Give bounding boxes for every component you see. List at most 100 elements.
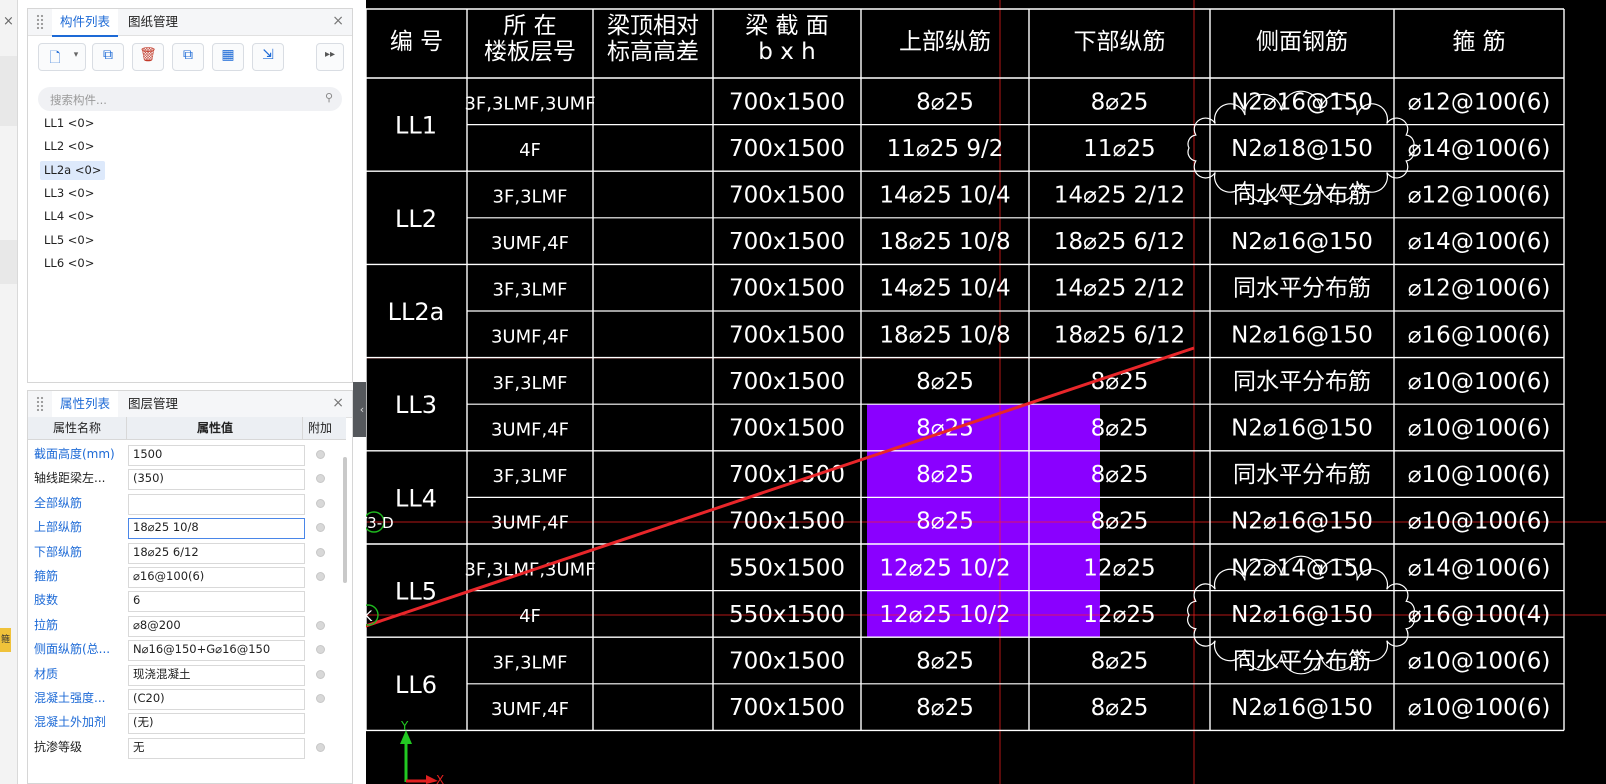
delete-icon: 🗑 (139, 47, 157, 63)
property-value-field[interactable]: (无) (128, 713, 305, 735)
extra-indicator-icon[interactable] (316, 742, 325, 752)
table-cell: 3F,3LMF (493, 466, 568, 487)
component-item[interactable]: LL3 <0> (40, 184, 98, 203)
property-value-field[interactable]: 6 (128, 591, 305, 613)
close-icon[interactable]: × (3, 14, 14, 29)
delete-button[interactable]: 🗑 (132, 43, 164, 71)
property-value-field[interactable]: ⌀8@200 (128, 615, 305, 637)
dock-tag[interactable]: 箍 (0, 628, 11, 652)
property-value-field[interactable]: 18⌀25 6/12 (128, 542, 305, 564)
property-name: 拉筋 (34, 617, 59, 632)
extra-indicator-icon[interactable] (316, 523, 325, 533)
table-cell: 11⌀25 (1083, 136, 1155, 162)
more-button[interactable]: ▸▸ (316, 43, 344, 71)
extra-indicator-icon[interactable] (316, 547, 325, 557)
duplicate-icon: ⧉ (183, 47, 193, 63)
extra-indicator-icon[interactable] (316, 645, 325, 655)
search-icon[interactable]: ⚲ (325, 91, 333, 104)
extra-indicator-icon[interactable] (316, 450, 325, 459)
property-table-header: 属性名称 属性值 附加 (28, 417, 346, 440)
tab-property-list[interactable]: 属性列表 (52, 391, 119, 419)
extra-indicator-icon[interactable] (316, 498, 325, 508)
header-cell: 标高高差 (607, 39, 699, 65)
component-item[interactable]: LL6 <0> (40, 254, 98, 273)
property-value-field[interactable]: 18⌀25 10/8 (128, 518, 305, 540)
duplicate-button[interactable]: ⧉ (172, 43, 204, 71)
beam-id: LL5 (395, 578, 437, 606)
beam-id: LL3 (395, 391, 437, 419)
table-cell: 12⌀25 (1083, 602, 1155, 628)
property-name: 混凝土强度... (34, 691, 106, 705)
table-cell: 550x1500 (729, 555, 845, 581)
header-property-value: 属性值 (126, 417, 303, 439)
table-cell: 同水平分布筋 (1233, 369, 1371, 395)
component-item[interactable]: LL1 <0> (40, 114, 98, 133)
close-icon[interactable]: × (332, 395, 344, 411)
table-cell: 18⌀25 6/12 (1054, 229, 1185, 255)
property-row: 侧面纵筋(总... N⌀16@150+G⌀16@150 (28, 637, 346, 662)
header-cell: b x h (758, 39, 815, 65)
table-cell: 12⌀25 10/2 (879, 555, 1010, 581)
header-cell: 下部纵筋 (1074, 29, 1166, 55)
table-cell: 12⌀25 10/2 (879, 602, 1010, 628)
table-cell: 8⌀25 (916, 462, 974, 488)
table-cell: 8⌀25 (1091, 89, 1149, 115)
table-cell: N2⌀16@150 (1231, 509, 1373, 535)
tab-layer-management[interactable]: 图层管理 (120, 391, 186, 417)
table-cell: 700x1500 (729, 229, 845, 255)
table-cell: 12⌀25 (1083, 555, 1155, 581)
table-cell: 18⌀25 10/8 (879, 229, 1010, 255)
close-icon[interactable]: × (332, 13, 344, 29)
tab-drawing-management[interactable]: 图纸管理 (120, 9, 186, 35)
extra-indicator-icon[interactable] (316, 669, 325, 679)
extra-indicator-icon[interactable] (316, 474, 325, 484)
extra-indicator-icon[interactable] (316, 572, 325, 581)
property-value-field[interactable]: N⌀16@150+G⌀16@150 (128, 640, 305, 662)
property-row: 肢数 6 (28, 588, 346, 613)
table-cell: 4F (519, 606, 541, 627)
drag-handle-icon[interactable] (36, 396, 44, 411)
table-cell: 700x1500 (729, 136, 845, 162)
table-cell: 700x1500 (729, 649, 845, 675)
property-name: 下部纵筋 (34, 544, 83, 559)
scrollbar-thumb[interactable] (343, 457, 347, 583)
grid-label: K (366, 609, 373, 625)
floor-copy-button[interactable]: ▦ (212, 43, 244, 71)
component-item[interactable]: LL4 <0> (40, 207, 98, 226)
component-item[interactable]: LL2 <0> (40, 137, 98, 156)
copy-button[interactable]: ⧉ (92, 43, 124, 71)
table-cell: 同水平分布筋 (1233, 649, 1371, 675)
property-name: 肢数 (34, 593, 59, 608)
property-value-field[interactable]: 无 (128, 737, 305, 759)
property-value-field[interactable]: (350) (128, 469, 305, 491)
property-name: 上部纵筋 (34, 520, 83, 535)
drag-handle-icon[interactable] (36, 14, 44, 29)
component-item-selected[interactable]: LL2a <0> (40, 161, 106, 180)
property-value-field[interactable] (128, 493, 305, 515)
table-cell: 3F,3LMF (493, 373, 568, 394)
table-cell: 4F (519, 140, 541, 161)
table-cell: ⌀10@100(6) (1408, 695, 1551, 721)
export-button[interactable]: ⇲ (252, 43, 284, 71)
tab-component-list[interactable]: 构件列表 (52, 9, 119, 37)
table-cell: N2⌀16@150 (1231, 229, 1373, 255)
property-value-field[interactable]: 现浇混凝土 (128, 664, 305, 686)
table-cell: 8⌀25 (1091, 416, 1149, 442)
table-cell: N2⌀16@150 (1231, 322, 1373, 348)
table-cell: N2⌀16@150 (1231, 89, 1373, 115)
table-cell: 3UMF,4F (491, 326, 569, 347)
table-cell: N2⌀14@150 (1231, 555, 1373, 581)
component-item[interactable]: LL5 <0> (40, 231, 98, 250)
table-cell: 3UMF,4F (491, 233, 569, 254)
new-component-button[interactable]: 🗋 ▾ (38, 43, 86, 71)
cad-drawing-canvas[interactable]: LL1 LL2 LL2a LL3 LL4 LL5 LL6 编 号 所 在楼板层号 梁顶相对 标高高差… (366, 0, 1606, 784)
property-value-field[interactable]: 1500 (128, 445, 305, 466)
property-row: 全部纵筋 (28, 491, 346, 515)
table-cell: ⌀10@100(6) (1408, 369, 1551, 395)
search-input[interactable] (48, 89, 312, 111)
extra-indicator-icon[interactable] (316, 694, 325, 703)
table-cell: 14⌀25 2/12 (1054, 276, 1185, 302)
extra-indicator-icon[interactable] (316, 620, 325, 630)
property-value-field[interactable]: (C20) (128, 689, 305, 710)
property-value-field[interactable]: ⌀16@100(6) (128, 567, 305, 588)
